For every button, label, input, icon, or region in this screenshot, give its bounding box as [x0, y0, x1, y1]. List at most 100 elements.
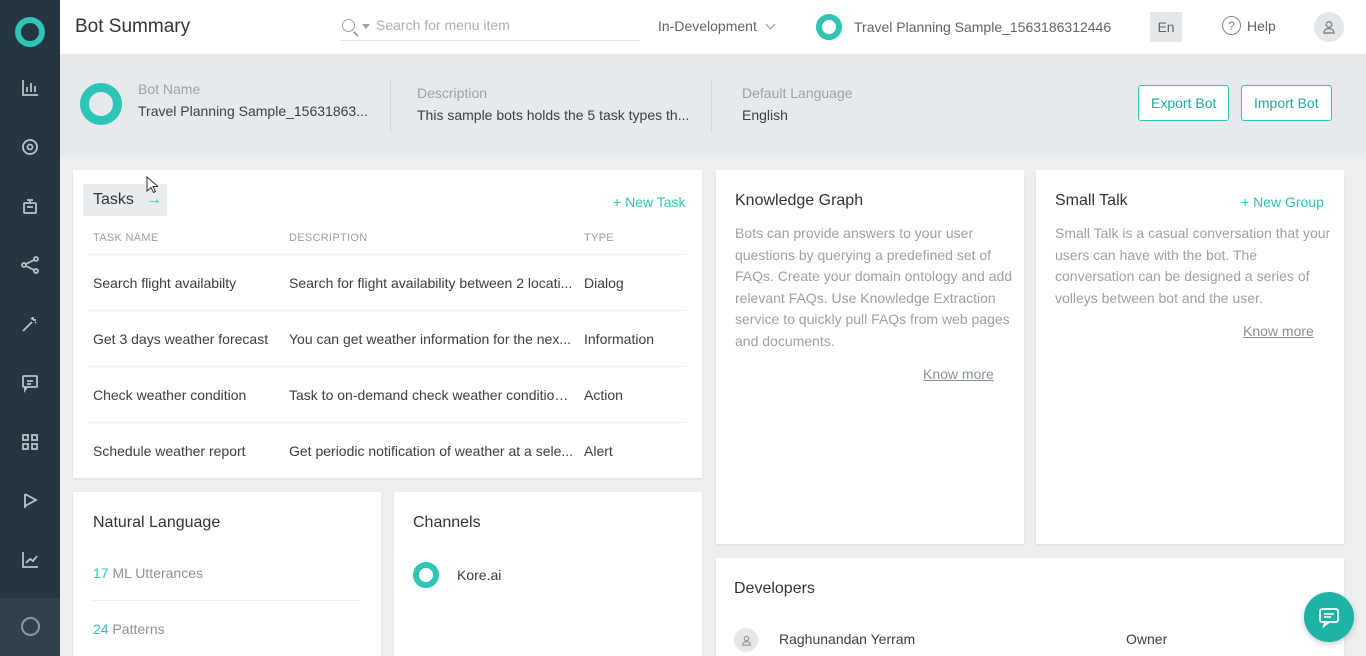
- task-description: Get periodic notification of weather at …: [289, 443, 574, 459]
- chevron-down-icon: [765, 19, 776, 29]
- channels-card: Channels Kore.ai: [394, 492, 702, 656]
- page-title: Bot Summary: [75, 16, 191, 37]
- new-group-link[interactable]: + New Group: [1241, 194, 1324, 210]
- description-field: Description This sample bots holds the 5…: [417, 85, 689, 123]
- message-icon[interactable]: [18, 371, 42, 395]
- user-icon: [741, 635, 751, 646]
- task-name: Check weather condition: [93, 387, 247, 403]
- task-description: Search for flight availability between 2…: [289, 275, 573, 291]
- natural-language-heading: Natural Language: [93, 514, 221, 531]
- developer-name: Raghunandan Yerram: [779, 631, 916, 647]
- language-label: Default Language: [742, 85, 853, 101]
- table-row[interactable]: Check weather condition Task to on-deman…: [88, 366, 686, 422]
- menu-search[interactable]: [340, 13, 640, 41]
- left-rail: [0, 0, 60, 656]
- small-talk-card: Small Talk + New Group Small Talk is a c…: [1036, 170, 1344, 544]
- kore-logo-icon[interactable]: [15, 17, 45, 47]
- user-icon: [1323, 21, 1335, 34]
- play-flag-icon[interactable]: [18, 489, 42, 513]
- description-value: This sample bots holds the 5 task types …: [417, 107, 690, 123]
- rail-bottom[interactable]: [0, 598, 60, 656]
- small-talk-heading: Small Talk: [1055, 192, 1128, 209]
- know-more-link[interactable]: Know more: [923, 366, 994, 382]
- environment-dropdown[interactable]: In-Development: [658, 18, 776, 34]
- chat-search-icon[interactable]: [18, 135, 42, 159]
- help-icon: ?: [1222, 16, 1241, 35]
- help-label: Help: [1247, 17, 1276, 34]
- table-row[interactable]: Schedule weather report Get periodic not…: [88, 422, 686, 478]
- tasks-heading: Tasks: [93, 191, 134, 208]
- wand-icon[interactable]: [18, 312, 42, 336]
- divider: [390, 79, 391, 133]
- column-header: DESCRIPTION: [289, 232, 368, 244]
- ml-utterances-count: 17: [93, 565, 109, 581]
- task-type: Action: [584, 387, 623, 403]
- knowledge-graph-card: Knowledge Graph Bots can provide answers…: [716, 170, 1024, 544]
- task-type: Information: [584, 331, 655, 347]
- natural-language-card: Natural Language 17 ML Utterances 24 Pat…: [73, 492, 381, 656]
- task-name: Schedule weather report: [93, 443, 246, 459]
- bot-ring-icon: [816, 14, 842, 40]
- environment-label: In-Development: [658, 18, 757, 34]
- developer-role: Owner: [1126, 631, 1168, 647]
- help-link[interactable]: ? Help: [1222, 16, 1276, 35]
- caret-down-icon[interactable]: [362, 24, 370, 29]
- line-chart-icon[interactable]: [18, 548, 42, 572]
- knowledge-graph-heading: Knowledge Graph: [735, 192, 864, 209]
- channel-name: Kore.ai: [457, 567, 502, 583]
- user-avatar[interactable]: [1314, 12, 1344, 42]
- chart-bars-icon[interactable]: [18, 76, 42, 100]
- table-row[interactable]: Get 3 days weather forecast You can get …: [88, 310, 686, 366]
- bot-icon[interactable]: [18, 194, 42, 218]
- developers-card: Developers Raghunandan Yerram Owner: [716, 558, 1344, 656]
- channel-item[interactable]: Kore.ai: [413, 562, 501, 588]
- column-header: TASK NAME: [93, 232, 159, 244]
- top-header: Bot Summary In-Development Travel Planni…: [60, 0, 1366, 55]
- small-talk-description: Small Talk is a casual conversation that…: [1055, 225, 1331, 306]
- export-bot-button[interactable]: Export Bot: [1138, 85, 1230, 121]
- bot-name-label: Bot Name: [138, 81, 201, 97]
- grid-icon[interactable]: [18, 430, 42, 454]
- task-type: Dialog: [584, 275, 624, 291]
- knowledge-graph-description: Bots can provide answers to your user qu…: [735, 225, 1013, 349]
- import-bot-button[interactable]: Import Bot: [1241, 85, 1332, 121]
- task-type: Alert: [584, 443, 613, 459]
- new-task-link[interactable]: + New Task: [613, 194, 686, 210]
- column-header: TYPE: [584, 232, 614, 244]
- bot-selector[interactable]: Travel Planning Sample_1563186312446: [816, 14, 1111, 40]
- task-name: Search flight availabilty: [93, 275, 237, 291]
- kore-channel-icon: [413, 562, 439, 588]
- language-button[interactable]: En: [1150, 12, 1182, 42]
- task-description: Task to on-demand check weather conditio…: [289, 387, 574, 403]
- divider: [711, 79, 712, 133]
- bot-name-field: Bot Name Travel Planning Sample_15631863…: [138, 81, 368, 119]
- chat-widget-button[interactable]: [1304, 592, 1354, 642]
- bot-info-strip: Bot Name Travel Planning Sample_15631863…: [60, 55, 1366, 156]
- tasks-card: Tasks → + New Task TASK NAME DESCRIPTION…: [73, 170, 702, 478]
- patterns-link[interactable]: 24 Patterns: [93, 621, 165, 637]
- task-name: Get 3 days weather forecast: [93, 331, 269, 347]
- bot-avatar-icon: [80, 83, 122, 125]
- channels-heading: Channels: [413, 514, 481, 531]
- chat-bubble-icon: [1319, 608, 1339, 629]
- description-label: Description: [417, 85, 488, 101]
- patterns-label: Patterns: [108, 621, 165, 637]
- mouse-cursor-icon: [146, 176, 158, 194]
- language-field: Default Language English: [742, 85, 853, 123]
- search-icon: [342, 19, 355, 32]
- bot-name-value: Travel Planning Sample_15631863...: [138, 103, 368, 119]
- language-value: English: [742, 107, 788, 123]
- developers-heading: Developers: [734, 580, 815, 597]
- ml-utterances-link[interactable]: 17 ML Utterances: [93, 565, 203, 581]
- table-row[interactable]: Search flight availabilty Search for fli…: [88, 254, 686, 310]
- status-ring-icon: [21, 617, 40, 636]
- task-description: You can get weather information for the …: [289, 331, 571, 347]
- divider: [93, 600, 361, 601]
- bot-selector-label: Travel Planning Sample_1563186312446: [854, 19, 1112, 35]
- search-input[interactable]: [376, 17, 626, 33]
- flow-icon[interactable]: [18, 253, 42, 277]
- know-more-link[interactable]: Know more: [1243, 323, 1314, 339]
- patterns-count: 24: [93, 621, 109, 637]
- developer-avatar: [734, 628, 758, 652]
- ml-utterances-label: ML Utterances: [108, 565, 203, 581]
